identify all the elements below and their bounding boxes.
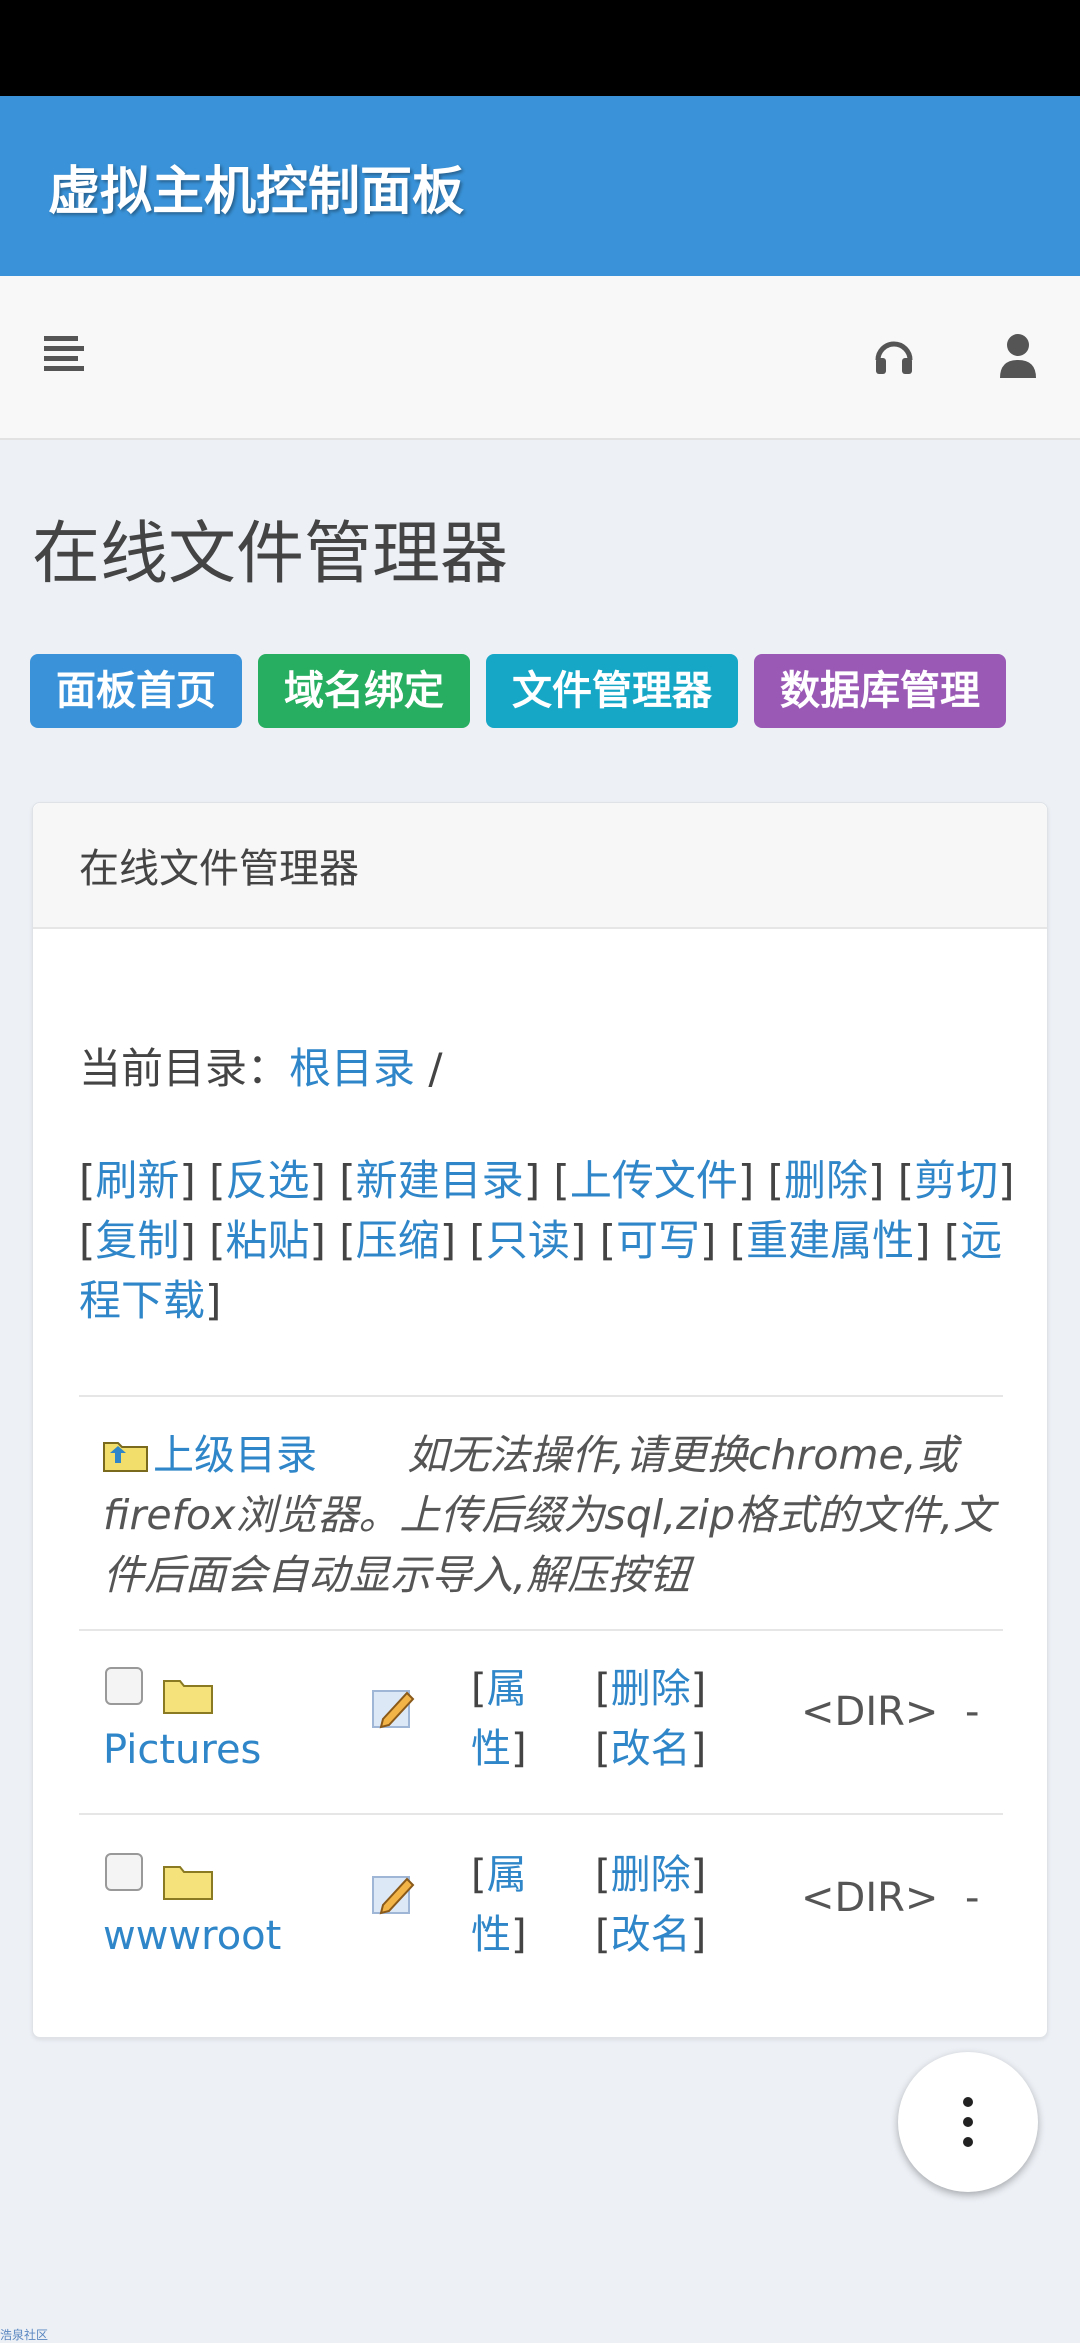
panel-title: 在线文件管理器	[79, 846, 359, 892]
rename-file-link[interactable]: 改名	[611, 1726, 691, 1772]
refresh-link[interactable]: 刷新	[95, 1156, 179, 1205]
folder-icon	[163, 1680, 213, 1714]
edit-icon[interactable]	[371, 1685, 417, 1731]
parent-folder-icon[interactable]	[103, 1437, 149, 1473]
nav-database-button[interactable]: 数据库管理	[754, 654, 1006, 728]
delete-file-link[interactable]: 删除	[611, 1852, 691, 1898]
delete-link[interactable]: 删除	[784, 1156, 868, 1205]
copy-link[interactable]: 复制	[95, 1216, 179, 1265]
page-title: 在线文件管理器	[32, 515, 509, 594]
invert-selection-link[interactable]: 反选	[226, 1156, 310, 1205]
writable-link[interactable]: 可写	[616, 1216, 700, 1265]
app-title: 虚拟主机控制面板	[48, 161, 465, 222]
nav-domain-button[interactable]: 域名绑定	[258, 654, 470, 728]
file-type: <DIR>	[801, 1689, 939, 1735]
file-checkbox[interactable]	[105, 1667, 143, 1705]
folder-icon	[163, 1866, 213, 1900]
delete-file-link[interactable]: 删除	[611, 1666, 691, 1712]
rename-file-link[interactable]: 改名	[611, 1912, 691, 1958]
properties-link[interactable]: 属性	[471, 1852, 527, 1958]
compress-link[interactable]: 压缩	[356, 1216, 440, 1265]
nav-home-button[interactable]: 面板首页	[30, 654, 242, 728]
user-icon[interactable]	[998, 332, 1038, 380]
readonly-link[interactable]: 只读	[486, 1216, 570, 1265]
edit-icon[interactable]	[371, 1871, 417, 1917]
file-manager-panel: 在线文件管理器 当前目录：根目录 / [刷新] [反选] [新建目录] [上传文…	[32, 802, 1048, 2038]
file-row: Pictures [属性] [删除] [改名] <DIR> -	[33, 1655, 1047, 1835]
parent-dir-row: 上级目录 如无法操作,请更换chrome,或firefox浏览器。上传后缀为sql…	[103, 1425, 1003, 1605]
paste-link[interactable]: 粘贴	[226, 1216, 310, 1265]
root-dir-link[interactable]: 根目录	[289, 1044, 415, 1093]
divider	[79, 1395, 1003, 1397]
new-directory-link[interactable]: 新建目录	[356, 1156, 524, 1205]
properties-link[interactable]: 属性	[471, 1666, 527, 1772]
nav-file-manager-button[interactable]: 文件管理器	[486, 654, 738, 728]
app-header: 虚拟主机控制面板	[0, 96, 1080, 276]
cut-link[interactable]: 剪切	[914, 1156, 998, 1205]
parent-dir-link[interactable]: 上级目录	[153, 1431, 317, 1479]
headset-icon[interactable]	[872, 334, 916, 378]
upload-file-link[interactable]: 上传文件	[570, 1156, 738, 1205]
rebuild-attributes-link[interactable]: 重建属性	[746, 1216, 914, 1265]
file-name-link[interactable]: Pictures	[103, 1727, 261, 1773]
file-name-link[interactable]: wwwroot	[103, 1913, 281, 1959]
current-dir-label: 当前目录：	[79, 1044, 290, 1093]
properties-cell: [属性]	[471, 1666, 527, 1772]
panel-header: 在线文件管理器	[33, 803, 1047, 929]
more-options-button[interactable]	[898, 2052, 1038, 2192]
status-bar	[0, 0, 1080, 96]
file-checkbox[interactable]	[105, 1853, 143, 1891]
current-dir-suffix: /	[415, 1044, 443, 1093]
action-links: [刷新] [反选] [新建目录] [上传文件] [删除] [剪切] [复制] […	[79, 1156, 1015, 1325]
properties-cell: [属性]	[471, 1852, 527, 1958]
file-row: wwwroot [属性] [删除] [改名] <DIR> -	[33, 1841, 1047, 2021]
menu-icon[interactable]	[44, 336, 88, 376]
divider	[79, 1629, 1003, 1631]
file-size: -	[965, 1689, 980, 1735]
current-directory: 当前目录：根目录 /	[79, 1035, 443, 1096]
watermark: 浩泉社区	[0, 2328, 49, 2342]
toolbar	[0, 276, 1080, 440]
nav-buttons: 面板首页 域名绑定 文件管理器 数据库管理	[30, 654, 1022, 728]
file-ops-cell: [删除] [改名]	[595, 1852, 707, 1958]
file-size: -	[965, 1875, 980, 1921]
file-ops-cell: [删除] [改名]	[595, 1666, 707, 1772]
divider	[79, 1813, 1003, 1815]
file-type: <DIR>	[801, 1875, 939, 1921]
